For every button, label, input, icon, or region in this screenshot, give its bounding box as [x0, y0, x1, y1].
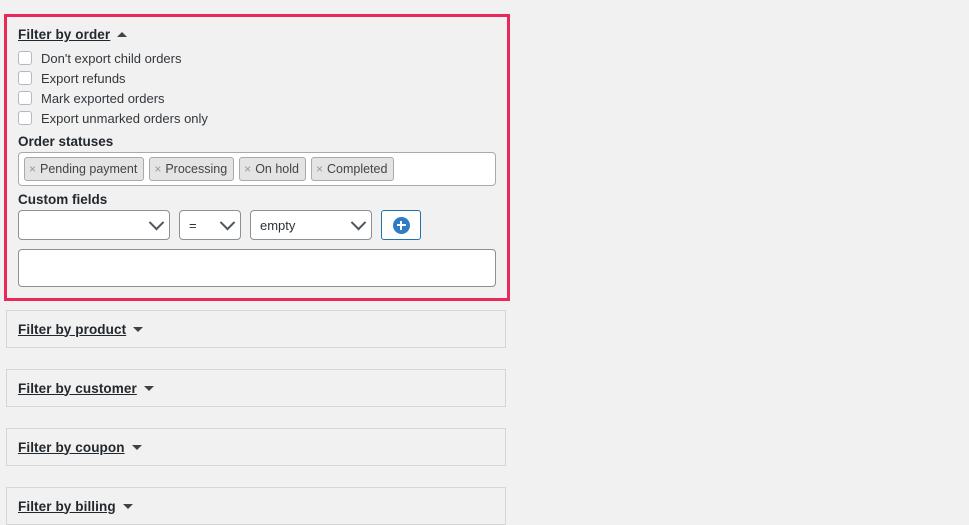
plus-circle-icon	[392, 216, 410, 234]
checkbox-0[interactable]	[18, 51, 32, 65]
collapsed-filter-title[interactable]: Filter by customer	[18, 381, 137, 396]
order-option-label[interactable]: Export refunds	[41, 71, 126, 86]
collapsed-filter-header[interactable]: Filter by billing	[7, 488, 505, 524]
chevron-down-icon[interactable]	[133, 326, 144, 332]
order-status-tag-label: Completed	[326, 162, 388, 176]
remove-tag-icon[interactable]: ×	[316, 163, 323, 175]
collapsed-filter-title[interactable]: Filter by coupon	[18, 440, 125, 455]
chevron-down-icon	[219, 214, 236, 230]
collapsed-filter-header[interactable]: Filter by customer	[7, 370, 505, 406]
chevron-down-icon	[148, 214, 165, 230]
order-option-row: Export unmarked orders only	[18, 108, 496, 128]
order-status-tag: × On hold	[239, 157, 306, 181]
order-status-tag: × Processing	[149, 157, 235, 181]
chevron-down-icon[interactable]	[143, 385, 154, 391]
custom-field-operator-value: =	[189, 217, 197, 233]
collapsed-filter-title[interactable]: Filter by billing	[18, 499, 116, 514]
collapsed-filter-header[interactable]: Filter by product	[7, 311, 505, 347]
checkbox-1[interactable]	[18, 71, 32, 85]
filters-screen: Filter by order Don't export child order…	[0, 0, 969, 525]
order-option-row: Don't export child orders	[18, 48, 496, 68]
order-option-row: Mark exported orders	[18, 88, 496, 108]
filter-by-order-title[interactable]: Filter by order	[18, 27, 110, 42]
custom-fields-label: Custom fields	[18, 192, 108, 207]
order-statuses-label: Order statuses	[18, 134, 114, 149]
custom-field-value-value: empty	[260, 217, 296, 233]
add-custom-field-button[interactable]	[381, 210, 421, 240]
filter-by-order-panel: Filter by order Don't export child order…	[4, 14, 510, 301]
filter-by-order-body: Don't export child orders Export refunds M…	[7, 46, 507, 298]
collapsed-filter-panel: Filter by product	[6, 310, 506, 348]
collapsed-filter-header[interactable]: Filter by coupon	[7, 429, 505, 465]
custom-field-value-select[interactable]: empty	[250, 210, 372, 240]
collapsed-filter-title[interactable]: Filter by product	[18, 322, 126, 337]
custom-field-operator-select[interactable]: =	[179, 210, 241, 240]
order-status-tag: × Completed	[310, 157, 395, 181]
remove-tag-icon[interactable]: ×	[29, 163, 36, 175]
chevron-down-icon	[350, 214, 367, 230]
chevron-up-icon[interactable]	[117, 32, 128, 37]
order-status-tag-label: Processing	[165, 162, 228, 176]
order-status-tag-label: Pending payment	[40, 162, 138, 176]
collapsed-filter-panel: Filter by coupon	[6, 428, 506, 466]
order-status-tag-label: On hold	[255, 162, 299, 176]
order-status-tag: × Pending payment	[24, 157, 145, 181]
remove-tag-icon[interactable]: ×	[154, 163, 161, 175]
custom-fields-row: = empty	[18, 210, 496, 240]
custom-field-key-select[interactable]	[18, 210, 170, 240]
chevron-down-icon[interactable]	[122, 503, 133, 509]
collapsed-filter-panel: Filter by customer	[6, 369, 506, 407]
remove-tag-icon[interactable]: ×	[244, 163, 251, 175]
checkbox-3[interactable]	[18, 111, 32, 125]
collapsed-filter-panel: Filter by billing	[6, 487, 506, 525]
order-option-label[interactable]: Mark exported orders	[41, 91, 165, 106]
order-option-label[interactable]: Don't export child orders	[41, 51, 182, 66]
order-option-row: Export refunds	[18, 68, 496, 88]
order-statuses-multiselect[interactable]: × Pending payment × Processing × On hold × Comp…	[18, 152, 496, 186]
filter-by-order-header[interactable]: Filter by order	[7, 17, 507, 46]
order-option-label[interactable]: Export unmarked orders only	[41, 111, 208, 126]
chevron-down-icon[interactable]	[131, 444, 142, 450]
order-options-checkbox-list: Don't export child orders Export refunds M…	[18, 48, 496, 128]
checkbox-2[interactable]	[18, 91, 32, 105]
custom-field-text-input[interactable]	[18, 249, 496, 287]
